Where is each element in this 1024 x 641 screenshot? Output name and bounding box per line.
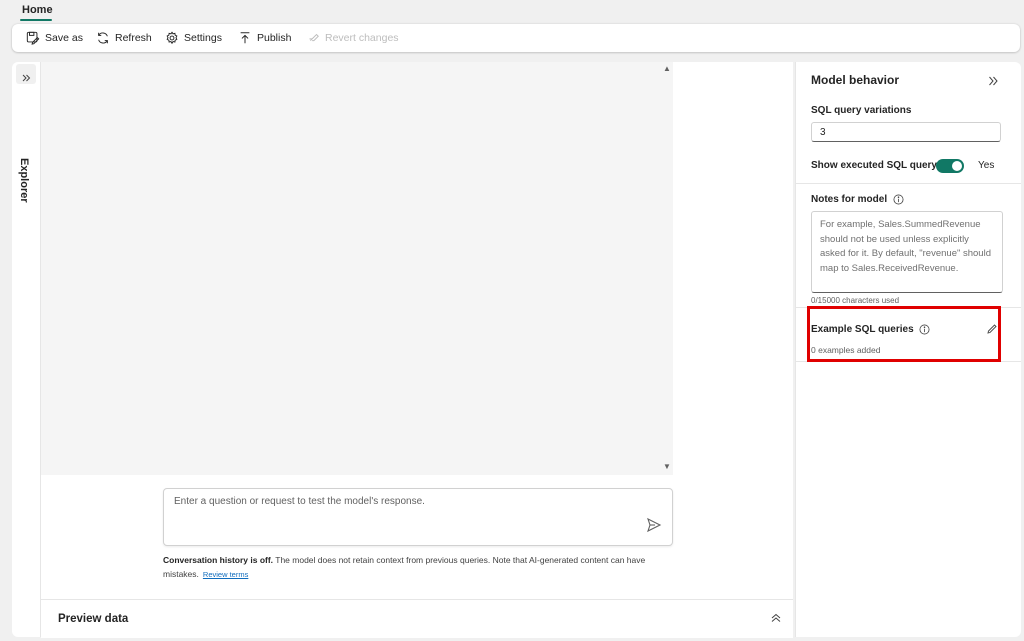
revert-changes-button[interactable]: Revert changes (306, 24, 399, 52)
publish-label: Publish (257, 32, 292, 44)
sql-variations-input[interactable]: 3 (811, 122, 1001, 142)
gear-icon (166, 31, 178, 45)
question-input[interactable] (172, 495, 646, 508)
chat-scrollbar[interactable] (661, 62, 673, 475)
notes-textarea[interactable] (811, 211, 1003, 293)
ribbon-tab-bar: Home (0, 0, 1024, 22)
save-as-icon (26, 31, 40, 45)
show-sql-state: Yes (978, 160, 995, 171)
save-as-button[interactable]: Save as (26, 24, 83, 52)
review-terms-link[interactable]: Review terms (203, 570, 248, 579)
revert-changes-label: Revert changes (325, 32, 399, 44)
refresh-label: Refresh (115, 32, 152, 44)
highlight-annotation (807, 306, 1001, 362)
toolbar: Save as Refresh Settings Publish Revert … (12, 24, 1020, 52)
double-chevron-right-icon[interactable] (986, 74, 1000, 88)
question-box (163, 488, 673, 546)
chat-panel: ▲ ▼ Conversation history is off. The mod… (41, 62, 793, 638)
preview-data-bar[interactable]: Preview data (41, 599, 793, 638)
notes-label: Notes for model (811, 194, 888, 206)
preview-data-title: Preview data (58, 613, 129, 625)
double-chevron-up-icon[interactable] (769, 611, 783, 625)
tab-home-indicator (20, 19, 52, 21)
explorer-label[interactable]: Explorer (18, 158, 30, 203)
divider (796, 183, 1021, 184)
disclaimer-bold: Conversation history is off. (163, 555, 274, 565)
sql-variations-label: SQL query variations (811, 105, 912, 116)
explorer-rail: Explorer (12, 62, 41, 637)
show-sql-toggle[interactable] (936, 159, 964, 173)
chat-history-area (41, 62, 661, 475)
settings-label: Settings (184, 32, 222, 44)
publish-icon (240, 32, 250, 44)
char-count: 0/15000 characters used (811, 296, 900, 305)
toggle-knob (952, 161, 962, 171)
refresh-button[interactable]: Refresh (96, 24, 152, 52)
model-behavior-title: Model behavior (811, 73, 900, 87)
send-icon[interactable] (646, 517, 662, 533)
double-chevron-right-icon (22, 74, 31, 82)
chat-disclaimer: Conversation history is off. The model d… (163, 553, 663, 582)
scroll-up-arrow-icon[interactable]: ▲ (663, 64, 671, 73)
info-icon[interactable] (893, 194, 904, 205)
save-as-label: Save as (45, 32, 83, 44)
expand-explorer-button[interactable] (12, 68, 40, 88)
tab-home[interactable]: Home (22, 4, 53, 16)
refresh-icon (98, 32, 108, 44)
scroll-down-arrow-icon[interactable]: ▼ (663, 462, 671, 471)
settings-button[interactable]: Settings (165, 24, 222, 52)
publish-button[interactable]: Publish (238, 24, 291, 52)
notes-label-row: Notes for model (811, 194, 904, 205)
show-sql-label: Show executed SQL query (811, 160, 937, 171)
revert-icon (309, 33, 319, 42)
